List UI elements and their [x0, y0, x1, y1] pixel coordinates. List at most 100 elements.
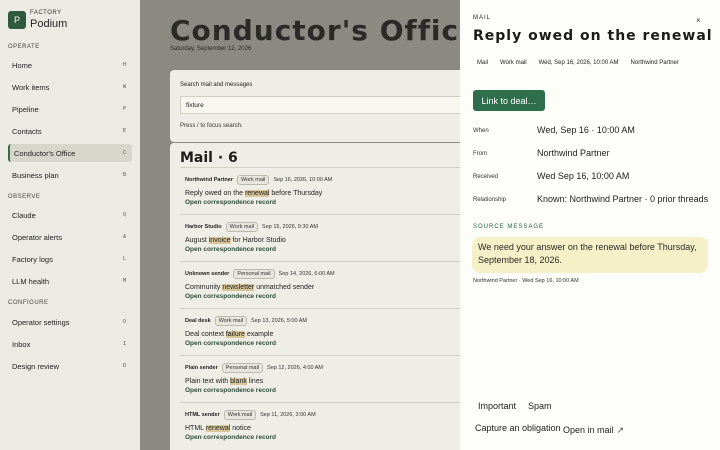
mail-row[interactable]: Plain sender Personal mail Sep 12, 2026, 4… [180, 355, 460, 399]
search-match: newsletter [222, 284, 255, 291]
open-record-link[interactable]: Open correspondence record [185, 340, 276, 347]
mail-tag: Work mail [223, 410, 257, 420]
sidebar-item-pipeline[interactable]: Pipeline P [8, 100, 132, 118]
open-in-mail-link[interactable]: Open in mail ↗ [563, 425, 624, 436]
sidebar-item-label: Home [12, 60, 33, 70]
sidebar-item-llm-health[interactable]: LLM health M [8, 272, 132, 290]
row-meta: Harbor Studio Work mail Sep 15, 2026, 9:30… [185, 222, 318, 232]
sidebar-item-operator-alerts[interactable]: Operator alerts A [8, 228, 132, 246]
sidebar-item-label: Claude [12, 210, 36, 220]
mail-subject: Plain text with blank lines [185, 378, 263, 385]
mail-sender: Northwind Partner [185, 177, 233, 183]
capture-obligation-button[interactable]: Capture an obligation [475, 423, 561, 433]
search-match: invoice [208, 237, 231, 244]
shortcut-key: Q [122, 212, 126, 218]
mail-date: Sep 15, 2026, 9:30 AM [262, 224, 318, 230]
open-record-link[interactable]: Open correspondence record [185, 293, 276, 300]
row-meta: Plain sender Personal mail Sep 12, 2026, 4… [185, 363, 323, 373]
section-label-configure: CONFIGURE [8, 300, 49, 306]
subject-text: example [244, 331, 274, 338]
row-meta: Unknown sender Personal mail Sep 14, 2026,… [185, 269, 335, 279]
mail-row[interactable]: Harbor Studio Work mail Sep 15, 2026, 9:30… [180, 214, 460, 258]
mail-row[interactable]: Northwind Partner Work mail Sep 16, 2026, … [180, 167, 460, 211]
sidebar-item-design-review[interactable]: Design review D [8, 357, 132, 375]
sidebar-item-inbox[interactable]: Inbox I [8, 335, 132, 353]
important-button[interactable]: Important [478, 401, 516, 411]
sidebar-item-claude[interactable]: Claude Q [8, 206, 132, 224]
close-icon[interactable]: × [696, 16, 701, 25]
field-label-from: From [473, 151, 487, 157]
sidebar-item-factory-logs[interactable]: Factory logs L [8, 250, 132, 268]
source-message-meta: Northwind Partner · Wed Sep 16, 10:00 AM [473, 278, 579, 284]
mail-tag: Personal mail [221, 363, 264, 373]
source-message-text: We need your answer on the renewal befor… [472, 237, 708, 273]
sidebar-item-label: Conductor's Office [14, 148, 76, 158]
shortcut-key: W [122, 84, 126, 90]
subject-text: August [185, 237, 209, 244]
shortcut-key: P [122, 106, 126, 112]
mail-sender: Unknown sender [185, 271, 230, 277]
mail-sender: Harbor Studio [185, 224, 222, 230]
search-hint: Press / to focus search. [180, 123, 243, 129]
mail-tag: Work mail [236, 175, 270, 185]
sidebar-item-contacts[interactable]: Contacts E [8, 122, 132, 140]
sidebar-item-operator-settings[interactable]: Operator settings O [8, 313, 132, 331]
mail-row[interactable]: Unknown sender Personal mail Sep 14, 2026,… [180, 261, 460, 305]
spam-button[interactable]: Spam [528, 401, 552, 411]
sidebar-item-label: Pipeline [12, 104, 39, 114]
meta-chip-date: Wed, Sep 16, 2026, 10:00 AM [538, 60, 619, 66]
search-input[interactable] [180, 96, 460, 114]
mail-subject: Reply owed on the renewal before Thursda… [185, 190, 322, 197]
sidebar-item-work-items[interactable]: Work items W [8, 78, 132, 96]
shortcut-key: E [122, 128, 126, 134]
section-label-operate: OPERATE [8, 44, 40, 50]
mail-row[interactable]: Deal desk Work mail Sep 13, 2026, 5:00 AM … [180, 308, 460, 352]
subject-text: notice [230, 425, 251, 432]
field-label-received: Received [473, 174, 499, 180]
mail-date: Sep 11, 2026, 3:00 AM [260, 412, 316, 418]
mail-heading: Mail · 6 [180, 150, 238, 166]
main-content: Conductor's Office Saturday, September 1… [140, 0, 460, 450]
sidebar-item-label: Operator settings [12, 317, 70, 327]
panel-kicker: MAIL [473, 15, 492, 21]
search-card: Search mail and messages Press / to focu… [170, 70, 460, 142]
link-to-deal-button[interactable]: Link to deal… [473, 90, 545, 111]
mail-detail-panel: MAIL × Reply owed on the renewal Mail Wo… [460, 0, 720, 450]
subject-text: lines [246, 378, 264, 385]
sidebar-item-label: Contacts [12, 126, 42, 136]
mail-date: Sep 12, 2026, 4:00 AM [267, 365, 324, 371]
open-record-link[interactable]: Open correspondence record [185, 199, 276, 206]
subject-text: HTML [185, 425, 206, 432]
subject-text: Reply owed on the [185, 190, 245, 197]
open-record-link[interactable]: Open correspondence record [185, 246, 276, 253]
shortcut-key: D [122, 363, 126, 369]
sidebar-item-label: Work items [12, 82, 50, 92]
sidebar-item-conductors-office[interactable]: Conductor's Office C [8, 144, 132, 162]
subject-text: before Thursday [269, 190, 323, 197]
mail-sender: Deal desk [185, 318, 211, 324]
open-in-mail-label: Open in mail [563, 425, 614, 435]
subject-text: for Harbor Studio [230, 237, 286, 244]
mail-subject: HTML renewal notice [185, 425, 251, 432]
brand-name: Podium [30, 18, 68, 30]
sidebar-item-label: Inbox [12, 339, 31, 349]
sidebar-item-home[interactable]: Home H [8, 56, 132, 74]
brand-text: FACTORY Podium [30, 10, 67, 30]
mail-tag: Work mail [214, 316, 248, 326]
field-value-received: Wed Sep 16, 10:00 AM [537, 171, 630, 181]
mail-sender: Plain sender [185, 365, 218, 371]
shortcut-key: C [122, 150, 126, 156]
mail-sender: HTML sender [185, 412, 220, 418]
shortcut-key: I [122, 341, 126, 347]
open-record-link[interactable]: Open correspondence record [185, 434, 276, 441]
mail-date: Sep 13, 2026, 5:00 AM [251, 318, 308, 324]
brand[interactable]: P FACTORY Podium [8, 10, 67, 30]
open-record-link[interactable]: Open correspondence record [185, 387, 276, 394]
external-link-icon: ↗ [616, 425, 625, 435]
field-value-from: Northwind Partner [537, 148, 610, 158]
mail-row[interactable]: HTML sender Work mail Sep 11, 2026, 3:00 A… [180, 402, 460, 446]
sidebar-item-business-plan[interactable]: Business plan B [8, 166, 132, 184]
mail-date: Sep 16, 2026, 10:00 AM [273, 177, 333, 183]
page-date: Saturday, September 12, 2026 [170, 46, 252, 52]
sidebar-item-label: Operator alerts [12, 232, 63, 242]
